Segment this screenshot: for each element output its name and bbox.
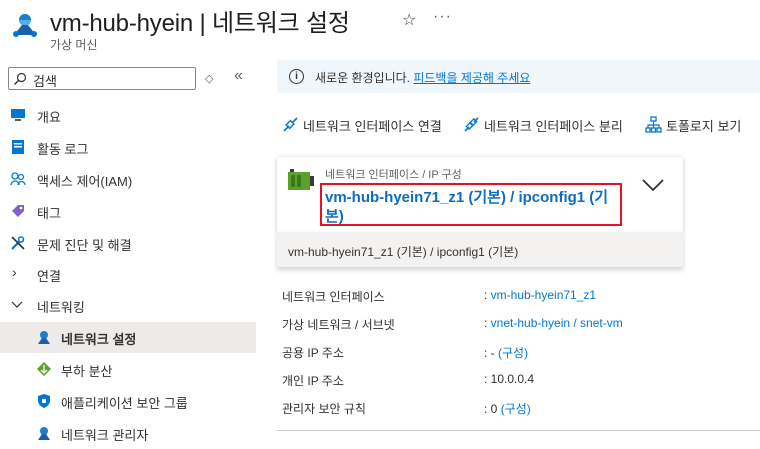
topology-icon <box>645 116 662 133</box>
nic-icon <box>288 169 314 190</box>
feedback-link[interactable]: 피드백을 제공해 주세요 <box>413 71 530 85</box>
sidebar-item-label: 네트워크 관리자 <box>61 428 149 443</box>
dropdown-option-label: vm-hub-hyein71_z1 (기본) / ipconfig1 (기본) <box>288 245 519 259</box>
info-banner: i 새로운 환경입니다. 피드백을 제공해 주세요 <box>277 60 760 93</box>
dropdown-option[interactable]: vm-hub-hyein71_z1 (기본) / ipconfig1 (기본) <box>277 232 683 267</box>
info-text: 새로운 환경입니다. 피드백을 제공해 주세요 <box>315 69 530 86</box>
search-input[interactable]: 검색 <box>8 67 196 90</box>
property-value: : vnet-hub-hyein / snet-vm <box>484 316 623 330</box>
network-icon <box>38 331 50 344</box>
property-key: 네트워크 인터페이스 <box>282 290 385 304</box>
search-placeholder: 검색 <box>33 74 57 89</box>
admin-rules-count: 0 <box>490 402 501 416</box>
tag-icon <box>12 205 24 217</box>
view-topology-label: 토폴로지 보기 <box>666 119 742 134</box>
sidebar-item-network-settings[interactable]: 네트워크 설정 <box>0 322 256 353</box>
attach-nic-label: 네트워크 인터페이스 연결 <box>303 119 442 134</box>
nic-dropdown-label: 네트워크 인터페이스 / IP 구성 <box>325 169 462 181</box>
search-icon <box>14 72 27 85</box>
info-icon: i <box>289 69 304 84</box>
property-key: 개인 IP 주소 <box>282 374 344 388</box>
sidebar-item-label: 개요 <box>37 110 61 125</box>
sidebar-item-iam[interactable]: 액세스 제어(IAM) <box>0 164 256 195</box>
sidebar-item-load-balancing[interactable]: 부하 분산 <box>0 354 256 385</box>
more-options-icon[interactable]: ··· <box>433 8 452 26</box>
property-value: : vm-hub-hyein71_z1 <box>484 288 597 302</box>
load-balancer-icon <box>37 362 51 376</box>
section-divider <box>277 430 760 431</box>
sidebar-item-label: 부하 분산 <box>61 364 113 379</box>
info-message: 새로운 환경입니다. <box>315 71 414 85</box>
chevron-right-icon: › <box>12 264 17 280</box>
configure-public-ip-link[interactable]: (구성) <box>498 346 528 360</box>
selected-nic-value: vm-hub-hyein71_z1 (기본) / ipconfig1 (기본) <box>325 189 609 225</box>
private-ip-value: 10.0.0.4 <box>490 372 535 386</box>
detach-nic-label: 네트워크 인터페이스 분리 <box>484 119 623 134</box>
sidebar-item-label: 네트워킹 <box>37 300 85 315</box>
sidebar-item-activity-log[interactable]: 활동 로그 <box>0 132 256 163</box>
sidebar-item-label: 연결 <box>37 269 61 284</box>
selected-nic-highlight: vm-hub-hyein71_z1 (기본) / ipconfig1 (기본) <box>320 183 622 226</box>
sidebar-item-diagnose[interactable]: 문제 진단 및 해결 <box>0 228 256 259</box>
sidebar-item-label: 애플리케이션 보안 그룹 <box>61 396 188 411</box>
log-icon <box>12 140 24 154</box>
sidebar-group-connect[interactable]: › 연결 <box>0 259 256 290</box>
vnet-subnet-link[interactable]: vnet-hub-hyein / snet-vm <box>491 316 623 330</box>
network-settings-icon <box>13 14 37 37</box>
favorite-star-icon[interactable]: ☆ <box>402 10 416 30</box>
collapse-sidebar-icon[interactable]: « <box>234 67 243 85</box>
sidebar-item-label: 네트워크 설정 <box>61 332 137 347</box>
detach-link-icon <box>464 117 479 132</box>
sidebar-group-networking[interactable]: 네트워킹 <box>0 290 256 321</box>
chevron-down-icon <box>11 301 23 308</box>
network-manager-icon <box>38 427 50 440</box>
property-value: : 0 (구성) <box>484 402 531 416</box>
sidebar-item-network-manager[interactable]: 네트워크 관리자 <box>0 418 256 449</box>
sidebar-item-label: 활동 로그 <box>37 142 89 157</box>
page-header: vm-hub-hyein | 네트워크 설정 ☆ ··· 가상 머신 <box>0 0 760 56</box>
property-key: 관리자 보안 규칙 <box>282 402 366 416</box>
sidebar-item-label: 문제 진단 및 해결 <box>37 238 132 253</box>
public-ip-value: - <box>490 346 499 360</box>
property-key: 공용 IP 주소 <box>282 346 344 360</box>
monitor-icon <box>11 109 25 121</box>
sidebar-item-asg[interactable]: 애플리케이션 보안 그룹 <box>0 386 256 417</box>
wrench-icon <box>11 236 25 250</box>
property-key: 가상 네트워크 / 서브넷 <box>282 318 395 332</box>
sidebar-item-tags[interactable]: 태그 <box>0 196 256 227</box>
property-value: : - (구성) <box>484 346 529 360</box>
sidebar-item-overview[interactable]: 개요 <box>0 100 256 131</box>
configure-admin-rules-link[interactable]: (구성) <box>501 402 531 416</box>
sidebar-item-label: 태그 <box>37 206 61 221</box>
shield-icon <box>38 394 50 408</box>
page-title: vm-hub-hyein | 네트워크 설정 <box>50 10 350 37</box>
people-icon <box>10 172 26 186</box>
property-value: : 10.0.0.4 <box>484 372 535 386</box>
sidebar-item-label: 액세스 제어(IAM) <box>37 174 133 189</box>
nic-ipconfig-dropdown[interactable]: 네트워크 인터페이스 / IP 구성 vm-hub-hyein71_z1 (기본… <box>277 157 683 232</box>
nic-link[interactable]: vm-hub-hyein71_z1 <box>491 288 596 302</box>
page-subtitle: 가상 머신 <box>50 38 98 52</box>
attach-link-icon <box>283 117 298 132</box>
expand-collapse-icon[interactable]: ◇ <box>205 72 213 85</box>
chevron-down-icon[interactable] <box>642 178 664 192</box>
